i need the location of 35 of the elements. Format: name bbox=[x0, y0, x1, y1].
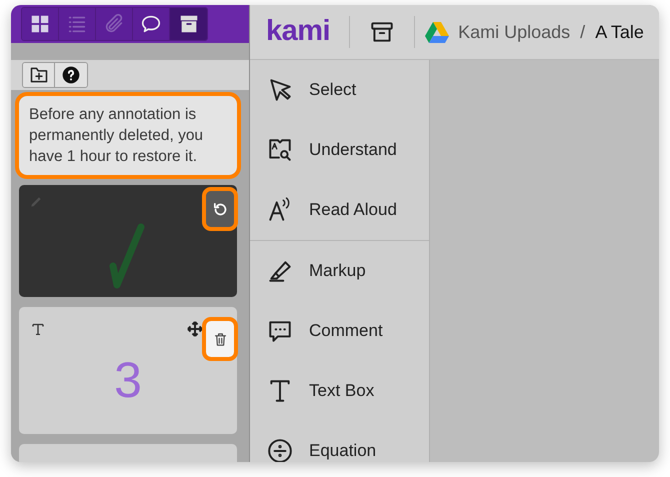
tool-menu-item[interactable]: Read Aloud bbox=[250, 180, 429, 240]
annotation-text: 3 bbox=[113, 355, 143, 405]
grid-icon bbox=[29, 13, 51, 35]
breadcrumb-separator: / bbox=[580, 20, 586, 44]
book-search-icon bbox=[267, 137, 293, 163]
sidebar-tab[interactable] bbox=[22, 8, 59, 40]
tool-menu-item[interactable]: Select bbox=[250, 60, 429, 120]
text-type-icon bbox=[32, 323, 44, 335]
sidebar-tab[interactable] bbox=[133, 8, 170, 40]
annotation-card[interactable] bbox=[19, 185, 237, 297]
speech-bubble-icon bbox=[140, 13, 162, 35]
drive-icon bbox=[425, 22, 450, 42]
new-folder-button[interactable] bbox=[23, 63, 55, 87]
divide-icon bbox=[267, 438, 293, 462]
restore-button[interactable] bbox=[206, 191, 234, 227]
logo: kami bbox=[266, 14, 330, 50]
tool-menu-item[interactable]: Equation bbox=[250, 421, 429, 462]
trash-icon bbox=[212, 332, 228, 346]
tool-menu-item[interactable]: Text Box bbox=[250, 361, 429, 421]
checkmark-drawing bbox=[107, 221, 147, 291]
move-icon[interactable] bbox=[187, 321, 203, 337]
new-folder-icon bbox=[28, 65, 48, 85]
tool-menu-item[interactable]: Understand bbox=[250, 120, 429, 180]
breadcrumb-link[interactable]: Kami Uploads bbox=[458, 18, 570, 46]
help-button[interactable] bbox=[55, 63, 87, 87]
info-message: Before any annotation is permanently deleted, you have 1 hour to restore it. bbox=[19, 96, 237, 175]
help-icon bbox=[61, 65, 81, 85]
restore-icon bbox=[212, 200, 228, 218]
delete-button[interactable] bbox=[206, 321, 234, 357]
tool-menu-item[interactable]: Markup bbox=[250, 241, 429, 301]
tool-menu-item[interactable]: Comment bbox=[250, 301, 429, 361]
breadcrumb-link[interactable]: A Tale bbox=[595, 18, 644, 46]
paperclip-icon bbox=[103, 13, 125, 35]
pen-icon bbox=[29, 195, 43, 209]
sidebar-tab[interactable] bbox=[170, 8, 207, 40]
